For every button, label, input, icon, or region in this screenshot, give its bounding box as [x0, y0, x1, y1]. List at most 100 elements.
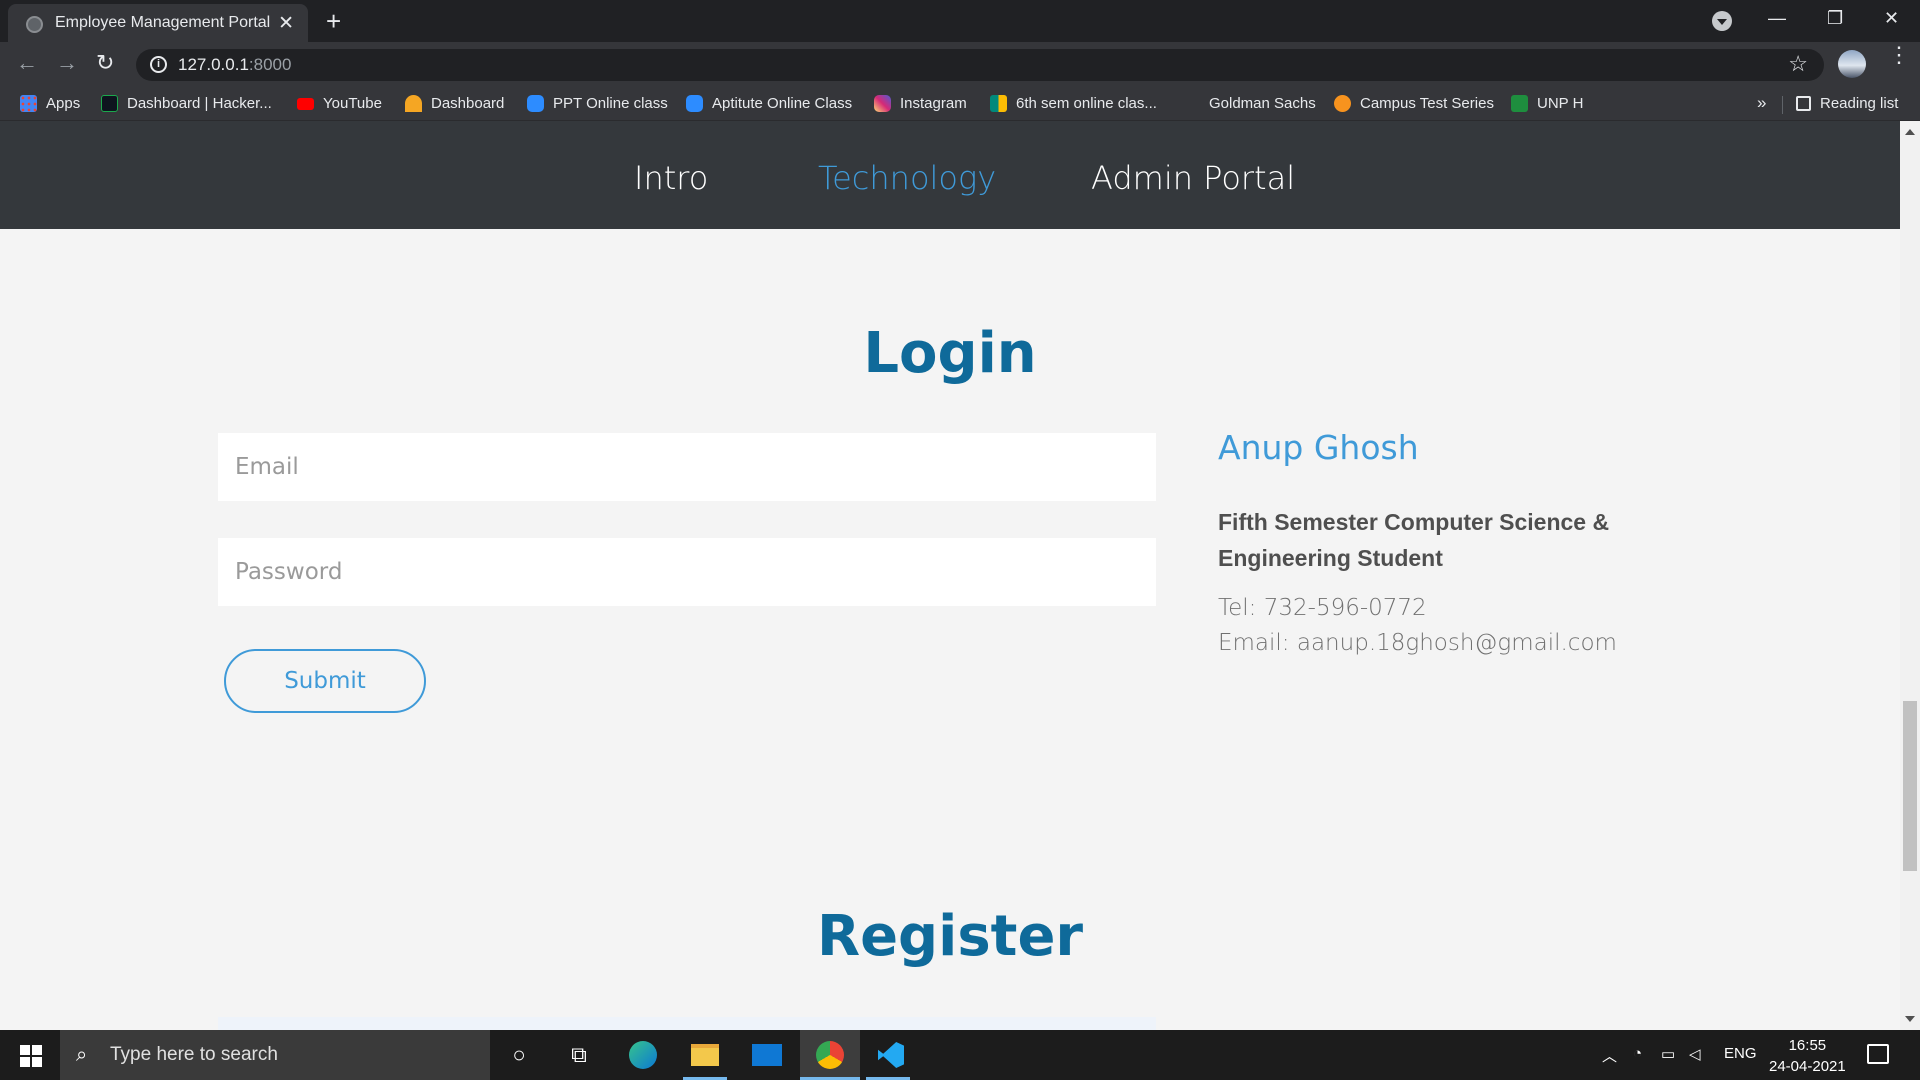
- zoom-icon: [527, 95, 544, 112]
- bookmark-label: UNP H: [1537, 95, 1584, 112]
- bookmark-apps[interactable]: Apps: [20, 95, 80, 112]
- bookmark-label: 6th sem online clas...: [1016, 95, 1157, 112]
- vscode-icon[interactable]: [874, 1038, 908, 1072]
- bookmarks-divider: [1782, 96, 1783, 114]
- tab-title: Employee Management Portal: [55, 14, 271, 31]
- page-viewport: Intro Technology Admin Portal Login Subm…: [0, 121, 1900, 1030]
- bookmark-goldman-sachs[interactable]: Goldman Sachs: [1209, 95, 1316, 112]
- bookmark-ppt-online-class[interactable]: PPT Online class: [527, 95, 668, 112]
- battery-icon[interactable]: ▭: [1661, 1045, 1675, 1063]
- volume-icon[interactable]: ◁: [1689, 1045, 1701, 1063]
- register-heading: Register: [816, 904, 1084, 969]
- scroll-up-arrow-icon[interactable]: [1905, 129, 1915, 135]
- windows-start-icon[interactable]: [20, 1045, 42, 1067]
- scrollbar-thumb[interactable]: [1903, 701, 1917, 871]
- bookmark-hackerrank[interactable]: Dashboard | Hacker...: [101, 95, 272, 112]
- dashboard-icon: [405, 95, 422, 112]
- chrome-icon[interactable]: [813, 1038, 847, 1072]
- restore-button[interactable]: ❐: [1827, 8, 1843, 29]
- bookmark-label: Campus Test Series: [1360, 95, 1494, 112]
- page-scrollbar[interactable]: [1900, 121, 1920, 1030]
- meet-icon: [990, 95, 1007, 112]
- minimize-button[interactable]: —: [1768, 8, 1786, 29]
- zoom-icon: [686, 95, 703, 112]
- bookmark-label: Instagram: [900, 95, 967, 112]
- contact-name: Anup Ghosh: [1218, 428, 1419, 467]
- file-explorer-icon[interactable]: [688, 1038, 722, 1072]
- bookmark-label: Apps: [46, 95, 81, 112]
- language-indicator[interactable]: ENG: [1724, 1045, 1757, 1062]
- nav-link-admin-portal[interactable]: Admin Portal: [1091, 159, 1295, 197]
- notifications-icon[interactable]: [1867, 1044, 1889, 1064]
- bookmark-youtube[interactable]: YouTube: [297, 95, 382, 112]
- submit-button[interactable]: Submit: [224, 649, 426, 713]
- taskbar-clock[interactable]: 16:55 24-04-2021: [1769, 1035, 1846, 1077]
- bookmark-label: Goldman Sachs: [1209, 95, 1316, 112]
- taskbar-search-placeholder: Type here to search: [110, 1044, 278, 1065]
- reading-list-button[interactable]: Reading list: [1796, 95, 1898, 112]
- apps-grid-icon: [20, 95, 37, 112]
- url-host: 127.0.0.1: [178, 55, 249, 74]
- password-input[interactable]: [218, 538, 1156, 606]
- bookmark-campus-test-series[interactable]: Campus Test Series: [1334, 95, 1494, 112]
- close-window-button[interactable]: ✕: [1884, 8, 1899, 29]
- site-navbar: Intro Technology Admin Portal: [0, 121, 1900, 229]
- back-arrow-icon[interactable]: ←: [16, 50, 38, 76]
- bookmarks-bar: Apps Dashboard | Hacker... YouTube Dashb…: [0, 88, 1920, 121]
- close-tab-icon[interactable]: ✕: [278, 12, 294, 35]
- contact-tel: Tel: 732-596-0772: [1218, 595, 1427, 621]
- bookmark-label: Dashboard: [431, 95, 505, 112]
- search-icon: ⌕: [76, 1044, 88, 1066]
- forward-arrow-icon[interactable]: →: [56, 50, 78, 76]
- bookmark-aptitute-online-class[interactable]: Aptitute Online Class: [686, 95, 852, 112]
- browser-menu-icon[interactable]: ⋮: [1888, 44, 1910, 66]
- bookmark-star-icon[interactable]: ☆: [1788, 51, 1808, 77]
- email-input[interactable]: [218, 433, 1156, 501]
- cortana-icon[interactable]: ○: [502, 1038, 536, 1072]
- contact-description: Fifth Semester Computer Science & Engine…: [1218, 509, 1610, 571]
- clock-date: 24-04-2021: [1769, 1058, 1846, 1075]
- nav-link-intro[interactable]: Intro: [634, 159, 708, 197]
- url-text: 127.0.0.1:8000: [178, 55, 291, 75]
- show-hidden-icons-icon[interactable]: ︿: [1602, 1045, 1617, 1066]
- bookmark-label: PPT Online class: [553, 95, 668, 112]
- reading-list-icon: [1796, 96, 1811, 111]
- scroll-down-arrow-icon[interactable]: [1905, 1016, 1915, 1022]
- bookmark-unp-h[interactable]: UNP H: [1511, 95, 1583, 112]
- campus-icon: [1334, 95, 1351, 112]
- profile-avatar[interactable]: [1838, 50, 1866, 78]
- browser-tab-strip: Employee Management Portal ✕ + — ❐ ✕: [0, 0, 1920, 42]
- address-bar[interactable]: i 127.0.0.1:8000 ☆: [136, 49, 1824, 81]
- new-tab-button[interactable]: +: [326, 6, 341, 37]
- reading-list-label: Reading list: [1820, 95, 1899, 112]
- wifi-icon[interactable]: ◔: [1633, 1045, 1642, 1062]
- site-info-icon[interactable]: i: [150, 56, 167, 73]
- more-bookmarks-button[interactable]: »: [1757, 93, 1766, 113]
- classroom-icon: [1511, 95, 1528, 112]
- edge-icon[interactable]: [626, 1038, 660, 1072]
- globe-icon: [26, 16, 43, 33]
- bookmark-dashboard[interactable]: Dashboard: [405, 95, 504, 112]
- email-field[interactable]: [218, 433, 1156, 501]
- taskbar-search-box[interactable]: ⌕ Type here to search: [60, 1030, 490, 1080]
- bookmark-label: YouTube: [323, 95, 382, 112]
- windows-taskbar: ⌕ Type here to search ○ ⧉ ︿ ◔ ▭ ◁ ENG 16…: [0, 1030, 1920, 1080]
- mail-icon[interactable]: [750, 1038, 784, 1072]
- reload-icon[interactable]: ↻: [96, 50, 114, 76]
- youtube-icon: [297, 97, 314, 110]
- instagram-icon: [874, 95, 891, 112]
- login-heading: Login: [863, 321, 1037, 386]
- bookmark-instagram[interactable]: Instagram: [874, 95, 967, 112]
- tab-search-icon[interactable]: [1712, 11, 1732, 31]
- register-first-field[interactable]: [218, 1017, 1156, 1030]
- clock-time: 16:55: [1788, 1037, 1827, 1054]
- bookmark-6th-sem-online-class[interactable]: 6th sem online clas...: [990, 95, 1157, 112]
- password-field[interactable]: [218, 538, 1156, 606]
- contact-email: Email: aanup.18ghosh@gmail.com: [1218, 630, 1617, 656]
- hackerrank-icon: [101, 95, 118, 112]
- bookmark-label: Aptitute Online Class: [712, 95, 853, 112]
- bookmark-label: Dashboard | Hacker...: [127, 95, 272, 112]
- browser-tab[interactable]: Employee Management Portal ✕: [8, 4, 308, 42]
- task-view-icon[interactable]: ⧉: [562, 1038, 596, 1072]
- nav-link-technology[interactable]: Technology: [818, 159, 996, 197]
